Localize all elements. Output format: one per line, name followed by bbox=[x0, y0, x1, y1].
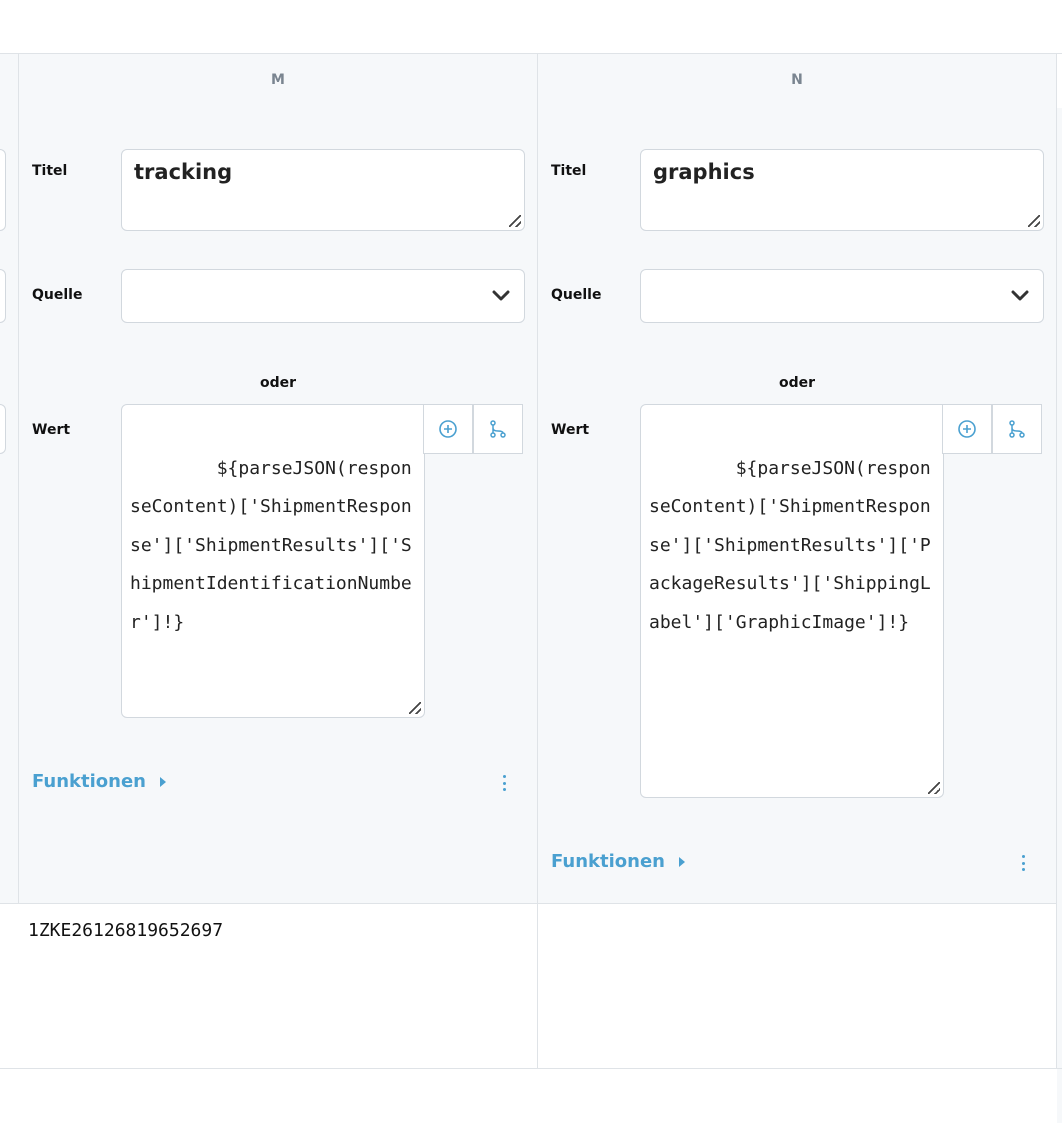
or-label: oder bbox=[259, 375, 297, 391]
grid-bottom-border bbox=[0, 1068, 1062, 1069]
functions-toggle[interactable]: Funktionen bbox=[551, 851, 685, 872]
stub-value-field[interactable] bbox=[0, 404, 6, 454]
plus-circle-icon bbox=[958, 420, 976, 438]
chevron-down-icon bbox=[1011, 290, 1029, 301]
title-field[interactable]: tracking bbox=[121, 149, 525, 231]
more-vertical-icon[interactable] bbox=[501, 775, 507, 791]
title-field[interactable]: graphics bbox=[640, 149, 1044, 231]
functions-toggle[interactable]: Funktionen bbox=[32, 771, 166, 792]
resize-grip-icon[interactable] bbox=[509, 215, 521, 227]
functions-label: Funktionen bbox=[551, 851, 665, 872]
title-label: Titel bbox=[32, 163, 68, 179]
top-bar bbox=[0, 0, 1062, 54]
branch-button[interactable] bbox=[992, 404, 1042, 454]
source-select[interactable] bbox=[121, 269, 525, 323]
stub-title-field[interactable] bbox=[0, 149, 6, 231]
plus-circle-icon bbox=[439, 420, 457, 438]
value-field[interactable]: ${parseJSON(responseContent)['ShipmentRe… bbox=[640, 404, 944, 798]
column-header-panel: M Titel tracking Quelle oder Wert ${pars… bbox=[19, 54, 537, 903]
column-m: M Titel tracking Quelle oder Wert ${pars… bbox=[19, 54, 538, 1069]
value-text: ${parseJSON(responseContent)['ShipmentRe… bbox=[130, 457, 412, 633]
mapping-grid: M Titel tracking Quelle oder Wert ${pars… bbox=[0, 54, 1062, 1123]
source-label: Quelle bbox=[551, 287, 602, 303]
value-field[interactable]: ${parseJSON(responseContent)['ShipmentRe… bbox=[121, 404, 425, 718]
functions-label: Funktionen bbox=[32, 771, 146, 792]
column-n: N Titel graphics Quelle oder Wert ${pars… bbox=[538, 54, 1057, 1069]
branch-button[interactable] bbox=[473, 404, 523, 454]
resize-grip-icon[interactable] bbox=[1028, 215, 1040, 227]
stub-source-select[interactable] bbox=[0, 269, 6, 323]
title-value: graphics bbox=[653, 160, 755, 184]
source-label: Quelle bbox=[32, 287, 83, 303]
insert-variable-button[interactable] bbox=[942, 404, 992, 454]
more-vertical-icon[interactable] bbox=[1020, 855, 1026, 871]
column-letter: N bbox=[791, 72, 803, 88]
caret-right-icon bbox=[678, 856, 685, 867]
value-label: Wert bbox=[551, 422, 590, 438]
branch-icon bbox=[1009, 420, 1025, 438]
insert-variable-button[interactable] bbox=[423, 404, 473, 454]
title-value: tracking bbox=[134, 160, 233, 184]
or-label: oder bbox=[778, 375, 816, 391]
chevron-down-icon bbox=[492, 290, 510, 301]
column-letter: M bbox=[271, 72, 285, 88]
title-label: Titel bbox=[551, 163, 587, 179]
source-select[interactable] bbox=[640, 269, 1044, 323]
value-label: Wert bbox=[32, 422, 71, 438]
value-text: ${parseJSON(responseContent)['ShipmentRe… bbox=[649, 457, 931, 633]
data-cell: 1ZKE26126819652697 bbox=[19, 903, 537, 1069]
column-stub-right bbox=[1057, 108, 1062, 1123]
resize-grip-icon[interactable] bbox=[409, 702, 421, 714]
branch-icon bbox=[490, 420, 506, 438]
column-header-panel: N Titel graphics Quelle oder Wert ${pars… bbox=[538, 54, 1056, 903]
caret-right-icon bbox=[159, 776, 166, 787]
stub-data-cell bbox=[0, 903, 19, 1069]
data-cell bbox=[538, 903, 1056, 1069]
column-stub-left bbox=[0, 54, 19, 1069]
resize-grip-icon[interactable] bbox=[928, 782, 940, 794]
